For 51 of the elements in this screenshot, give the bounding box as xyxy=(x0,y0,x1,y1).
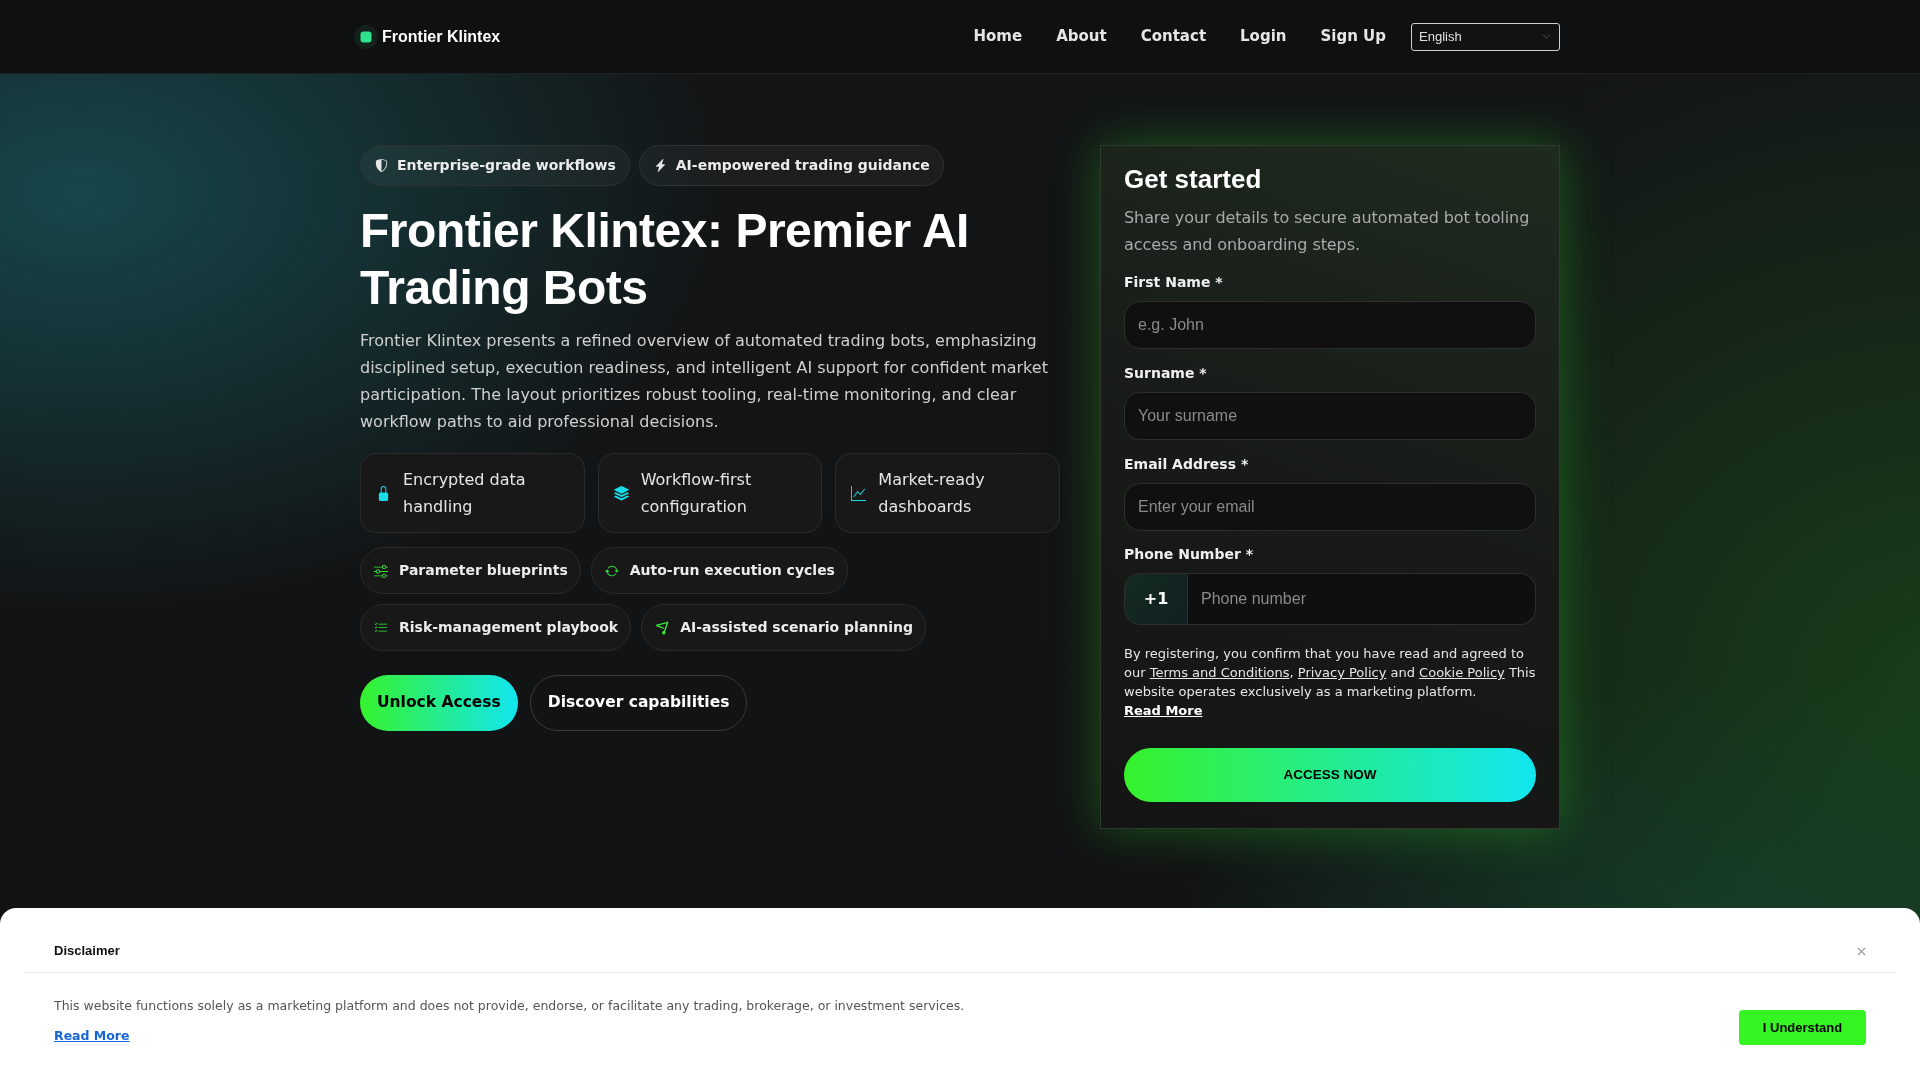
capability-text: Parameter blueprints xyxy=(399,561,568,580)
primary-cta-button[interactable]: Unlock Access xyxy=(360,675,518,731)
nav-link[interactable]: About xyxy=(1056,25,1107,48)
nav-link[interactable]: Sign Up xyxy=(1320,25,1386,48)
disclaimer-text: This website functions solely as a marketing platform and does not provide, endorse, or facilitate any trading, brokerage, or investment services. xyxy=(54,997,965,1015)
text-input[interactable]: Your surname xyxy=(1124,392,1536,440)
field-label: First Name * xyxy=(1124,273,1224,291)
read-more-link[interactable]: Read More xyxy=(1124,703,1203,718)
feature-text: Market-ready dashboards xyxy=(878,469,986,518)
submit-button[interactable]: ACCESS NOW xyxy=(1124,748,1536,802)
capability-text: Auto-run execution cycles xyxy=(629,561,835,580)
nav-link[interactable]: Contact xyxy=(1140,25,1207,48)
hero-description: Frontier Klintex presents a refined overview of automated trading bots, emphasizing disciplined setup, execution readiness, and intelligent AI support for confident market participation. The layout prioritizes robust tooling, real-time monitoring, and clear workflow paths to aid professional decisions. xyxy=(360,330,1049,433)
feature-text: Encrypted data handling xyxy=(403,469,527,518)
tagline-text: AI-empowered trading guidance xyxy=(675,156,930,175)
chart-line-icon xyxy=(851,485,867,501)
phone-input[interactable]: Phone number xyxy=(1188,573,1536,625)
shield-icon xyxy=(375,159,388,172)
layers-icon xyxy=(613,485,629,501)
language-select[interactable]: English xyxy=(1411,22,1560,51)
form-subtitle: Share your details to secure automated bot tooling access and onboarding steps. xyxy=(1124,207,1531,256)
nav-link[interactable]: Login xyxy=(1240,25,1287,48)
sliders-icon xyxy=(374,563,388,578)
field-label: Email Address * xyxy=(1124,455,1250,473)
checklist-icon xyxy=(374,620,388,635)
brand-name: Frontier Klintex xyxy=(382,26,501,47)
consent-text: By registering, you confirm that you have read and agreed to our Terms and Conditions, Privacy Policy and Cookie Policy This website operates exclusively as a marketing platform. Read More xyxy=(1124,645,1536,720)
text-input[interactable]: Enter your email xyxy=(1124,483,1536,531)
hero-title: Frontier Klintex: Premier AI Trading Bots xyxy=(360,203,970,316)
tagline-text: Enterprise-grade workflows xyxy=(397,156,616,175)
policy-link[interactable]: Terms and Conditions xyxy=(1149,665,1290,680)
read-more-link[interactable]: Read More xyxy=(54,1026,130,1046)
policy-link[interactable]: Cookie Policy xyxy=(1419,665,1505,680)
chevron-down-icon xyxy=(1542,32,1551,41)
nav-link[interactable]: Home xyxy=(973,25,1023,48)
refresh-icon xyxy=(604,563,619,578)
field-label: Phone Number * xyxy=(1124,545,1255,563)
text-input[interactable]: e.g. John xyxy=(1124,301,1536,349)
country-code-prefix: +1 xyxy=(1124,573,1188,625)
logo-icon xyxy=(354,24,378,49)
capability-text: AI-assisted scenario planning xyxy=(680,618,914,637)
policy-link[interactable]: Privacy Policy xyxy=(1297,665,1387,680)
nodes-icon xyxy=(655,620,670,635)
capability-text: Risk-management playbook xyxy=(399,618,619,637)
lock-icon xyxy=(376,485,391,501)
form-title: Get started xyxy=(1124,163,1263,196)
acknowledge-button[interactable]: I Understand xyxy=(1739,1010,1866,1045)
lightning-icon xyxy=(653,159,667,172)
feature-text: Workflow-first configuration xyxy=(640,469,753,518)
field-label: Surname * xyxy=(1124,364,1208,382)
disclaimer-title: Disclaimer xyxy=(54,943,120,959)
